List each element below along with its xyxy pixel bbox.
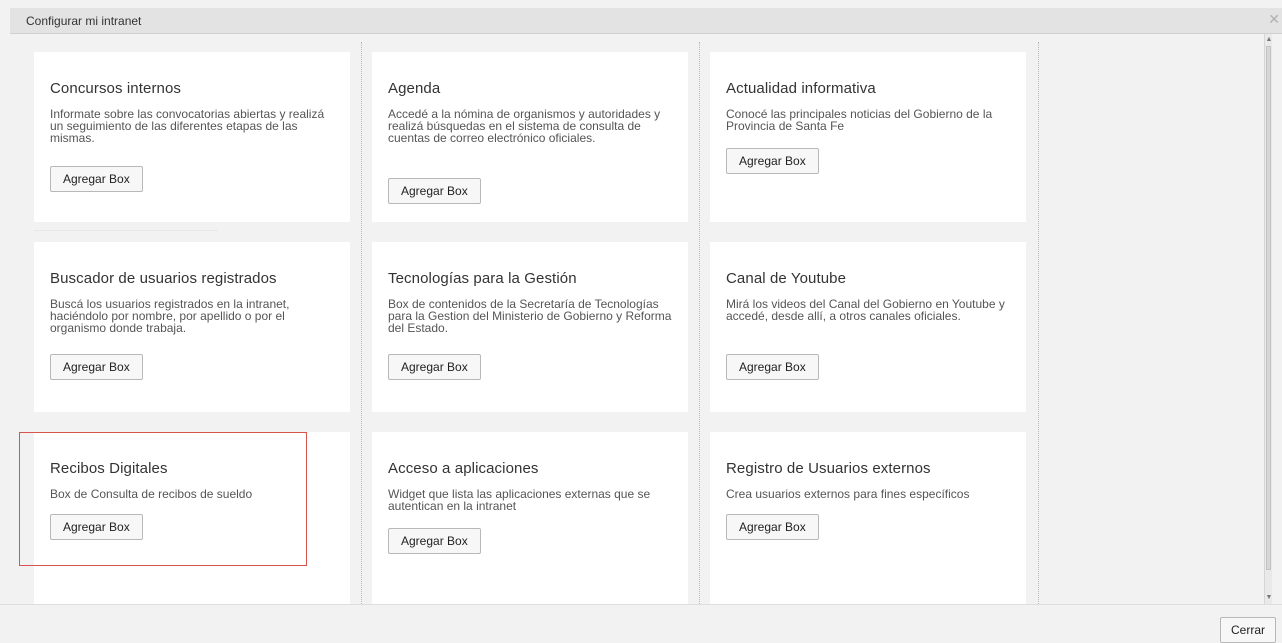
widget-title: Concursos internos — [50, 80, 182, 97]
scroll-up-arrow-icon[interactable]: ▲ — [1265, 36, 1272, 44]
dialog-header: Configurar mi intranet ✕ — [10, 8, 1282, 34]
column-divider — [1038, 42, 1039, 604]
scroll-thumb[interactable] — [1266, 46, 1271, 570]
widget-card-recibos-digitales: Recibos Digitales Box de Consulta de rec… — [34, 432, 350, 604]
widget-title: Registro de Usuarios externos — [726, 460, 931, 477]
dialog-footer: Cerrar — [0, 604, 1282, 643]
widget-card-acceso-aplicaciones: Acceso a aplicaciones Widget que lista l… — [372, 432, 688, 604]
widget-description: Box de contenidos de la Secretaría de Te… — [388, 297, 672, 335]
add-box-button[interactable]: Agregar Box — [726, 514, 819, 540]
close-icon[interactable]: ✕ — [1268, 11, 1280, 27]
add-box-button[interactable]: Agregar Box — [50, 166, 143, 192]
widget-description: Widget que lista las aplicaciones extern… — [388, 487, 651, 513]
widget-card-registro-usuarios-externos: Registro de Usuarios externos Crea usuar… — [710, 432, 1026, 604]
widget-title: Agenda — [388, 80, 441, 97]
widget-description: Accedé a la nómina de organismos y autor… — [388, 107, 661, 145]
widget-title: Tecnologías para la Gestión — [388, 270, 577, 287]
widget-card-canal-youtube: Canal de Youtube Mirá los videos del Can… — [710, 242, 1026, 412]
widget-card-tecnologias-gestion: Tecnologías para la Gestión Box de conte… — [372, 242, 688, 412]
scroll-down-arrow-icon[interactable]: ▼ — [1265, 594, 1272, 602]
widget-description: Box de Consulta de recibos de sueldo — [50, 487, 253, 501]
widget-card-agenda: Agenda Accedé a la nómina de organismos … — [372, 52, 688, 222]
add-box-button[interactable]: Agregar Box — [726, 148, 819, 174]
widget-title: Recibos Digitales — [50, 460, 168, 477]
add-box-button[interactable]: Agregar Box — [726, 354, 819, 380]
add-box-button[interactable]: Agregar Box — [388, 528, 481, 554]
widget-description: Informate sobre las convocatorias abiert… — [50, 107, 325, 145]
add-box-button[interactable]: Agregar Box — [50, 514, 143, 540]
widget-description: Buscá los usuarios registrados en la int… — [50, 297, 290, 335]
widget-description: Crea usuarios externos para fines especí… — [726, 487, 970, 501]
widget-card-actualidad-informativa: Actualidad informativa Conocé las princi… — [710, 52, 1026, 222]
widget-gallery: Concursos internos Informate sobre las c… — [10, 34, 1272, 604]
add-box-button[interactable]: Agregar Box — [388, 178, 481, 204]
vertical-scrollbar[interactable]: ▲ ▼ — [1264, 34, 1272, 604]
widget-title: Canal de Youtube — [726, 270, 847, 287]
divider — [34, 230, 218, 231]
column-divider — [361, 42, 362, 604]
widget-title: Buscador de usuarios registrados — [50, 270, 277, 287]
close-button[interactable]: Cerrar — [1219, 617, 1276, 643]
add-box-button[interactable]: Agregar Box — [50, 354, 143, 380]
widget-card-buscador-usuarios: Buscador de usuarios registrados Buscá l… — [34, 242, 350, 412]
column-divider — [699, 42, 700, 604]
widget-description: Conocé las principales noticias del Gobi… — [726, 107, 993, 133]
dialog-title: Configurar mi intranet — [26, 14, 142, 28]
widget-title: Actualidad informativa — [726, 80, 876, 97]
widget-title: Acceso a aplicaciones — [388, 460, 539, 477]
widget-card-concursos-internos: Concursos internos Informate sobre las c… — [34, 52, 350, 231]
add-box-button[interactable]: Agregar Box — [388, 354, 481, 380]
widget-description: Mirá los videos del Canal del Gobierno e… — [726, 297, 1005, 323]
